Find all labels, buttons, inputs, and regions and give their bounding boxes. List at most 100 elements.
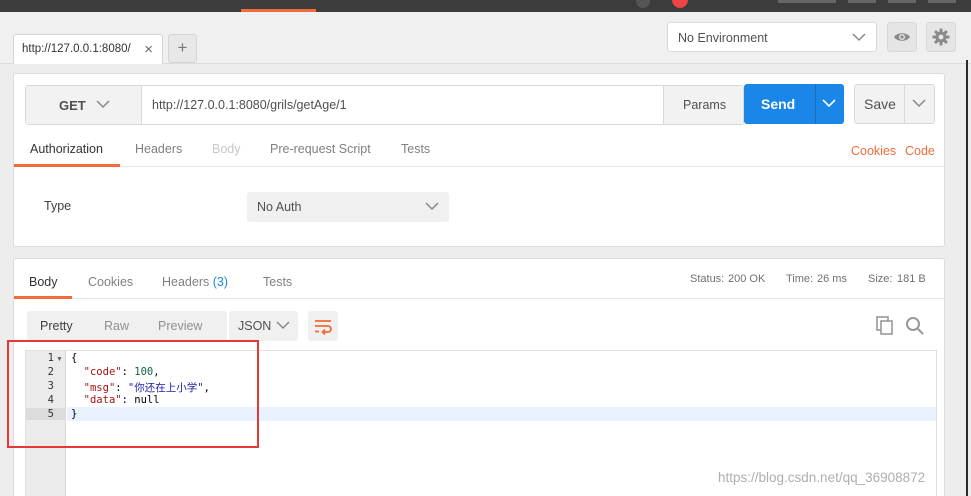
pretty-button[interactable]: Pretty <box>40 319 73 333</box>
format-select-label: JSON <box>238 319 272 333</box>
code-line: } <box>71 408 77 420</box>
send-divider <box>815 84 816 124</box>
window-edge <box>966 60 968 496</box>
code-line: "msg": "你还在上小学", <box>71 380 210 395</box>
code-line: "code": 100, <box>71 366 160 378</box>
tab-tests[interactable]: Tests <box>401 142 430 156</box>
chevron-down-icon <box>852 33 866 42</box>
params-label: Params <box>683 98 727 112</box>
environment-label: No Environment <box>678 31 768 45</box>
notification-icon[interactable] <box>672 0 688 8</box>
response-tab-headers-label: Headers <box>162 275 210 289</box>
window-top-strip <box>0 0 971 12</box>
line-number: 1 <box>47 352 54 364</box>
preview-button[interactable]: Preview <box>158 319 202 333</box>
wrap-lines-button[interactable] <box>308 311 338 341</box>
raw-button[interactable]: Raw <box>104 319 129 333</box>
json-key: "msg" <box>83 382 116 394</box>
response-tab-headers[interactable]: Headers (3) <box>162 275 228 289</box>
auth-type-value: No Auth <box>257 200 302 214</box>
cookies-link[interactable]: Cookies <box>851 144 896 158</box>
request-panel: GET http://127.0.0.1:8080/grils/getAge/1… <box>13 73 945 247</box>
format-select[interactable]: JSON <box>229 311 298 341</box>
response-tab-body[interactable]: Body <box>29 275 58 289</box>
method-select[interactable]: GET <box>26 86 142 124</box>
code-token: , <box>203 382 210 394</box>
params-button[interactable]: Params <box>663 86 743 124</box>
chevron-down-icon[interactable] <box>822 98 836 108</box>
chevron-down-icon <box>96 100 110 109</box>
top-control <box>928 0 956 3</box>
auth-type-label: Type <box>44 199 72 213</box>
json-key: "code" <box>83 366 122 378</box>
url-bar: GET http://127.0.0.1:8080/grils/getAge/1… <box>25 85 744 125</box>
gear-icon <box>932 28 950 46</box>
code-link[interactable]: Code <box>905 144 935 158</box>
request-tab[interactable]: http://127.0.0.1:8080/ × <box>13 34 163 64</box>
current-line-highlight <box>67 407 936 421</box>
save-button[interactable]: Save <box>854 84 935 124</box>
manage-environments-button[interactable] <box>926 22 956 52</box>
chevron-down-icon <box>276 321 290 330</box>
watermark: https://blog.csdn.net/qq_36908872 <box>718 470 926 485</box>
status-value: 200 OK <box>728 273 766 285</box>
request-tabs: Authorization Headers Body Pre-request S… <box>14 136 944 167</box>
chevron-down-icon <box>425 202 439 211</box>
environment-quick-look-button[interactable] <box>887 22 917 52</box>
response-panel: Body Cookies Headers (3) Tests Status: 2… <box>13 258 945 496</box>
new-tab-button[interactable]: + <box>168 34 197 63</box>
tab-pre-request-script[interactable]: Pre-request Script <box>270 142 371 156</box>
top-control <box>848 0 876 3</box>
url-input[interactable]: http://127.0.0.1:8080/grils/getAge/1 <box>152 98 347 112</box>
environment-select[interactable]: No Environment <box>667 22 877 52</box>
response-tabs: Body Cookies Headers (3) Tests Status: 2… <box>14 259 944 299</box>
code-token: : <box>121 366 135 378</box>
top-control <box>778 0 836 3</box>
format-toggle: Pretty Raw Preview <box>27 311 227 341</box>
json-value: "你还在上小学" <box>127 382 204 394</box>
tab-headers[interactable]: Headers <box>135 142 182 156</box>
top-control-icon <box>636 0 650 8</box>
line-gutter: 1 ▼ 2 3 4 5 <box>26 351 66 496</box>
status-label: Status: <box>690 273 725 285</box>
json-value: null <box>134 394 160 406</box>
search-icon[interactable] <box>905 316 925 336</box>
fold-arrow-icon[interactable]: ▼ <box>56 356 63 363</box>
json-value: 100 <box>134 366 154 378</box>
method-label: GET <box>59 98 86 113</box>
line-number: 4 <box>47 394 54 406</box>
tab-authorization[interactable]: Authorization <box>30 142 103 156</box>
line-number: 3 <box>47 380 54 392</box>
code-token: : <box>121 394 135 406</box>
send-label: Send <box>761 96 796 112</box>
request-tab-label: http://127.0.0.1:8080/ <box>22 43 131 55</box>
save-label: Save <box>864 96 896 112</box>
time-value: 26 ms <box>817 273 847 285</box>
copy-icon[interactable] <box>876 316 894 336</box>
tab-bar: http://127.0.0.1:8080/ × + No Environmen… <box>0 12 971 64</box>
code-token: { <box>71 352 78 364</box>
code-line: { <box>71 352 77 364</box>
close-tab-icon[interactable]: × <box>144 41 153 58</box>
size-label: Size: <box>868 273 893 285</box>
active-tab-indicator <box>14 296 72 299</box>
size-value: 181 B <box>897 273 926 285</box>
top-control <box>888 0 916 3</box>
eye-icon <box>894 33 910 41</box>
code-line: "data": null <box>71 394 160 406</box>
line-number: 2 <box>47 366 54 378</box>
auth-type-select[interactable]: No Auth <box>247 192 449 222</box>
tab-body[interactable]: Body <box>212 142 241 156</box>
response-tab-tests[interactable]: Tests <box>263 275 292 289</box>
code-token: , <box>153 366 160 378</box>
time-label: Time: <box>786 273 814 285</box>
save-divider <box>904 85 905 123</box>
active-tab-indicator <box>14 164 120 167</box>
chevron-down-icon[interactable] <box>912 98 926 108</box>
response-tab-cookies[interactable]: Cookies <box>88 275 133 289</box>
headers-count-badge: (3) <box>212 275 229 289</box>
line-number: 5 <box>26 408 66 420</box>
wrap-lines-icon <box>315 320 332 336</box>
send-button[interactable]: Send <box>744 84 844 124</box>
code-token: } <box>71 408 78 420</box>
